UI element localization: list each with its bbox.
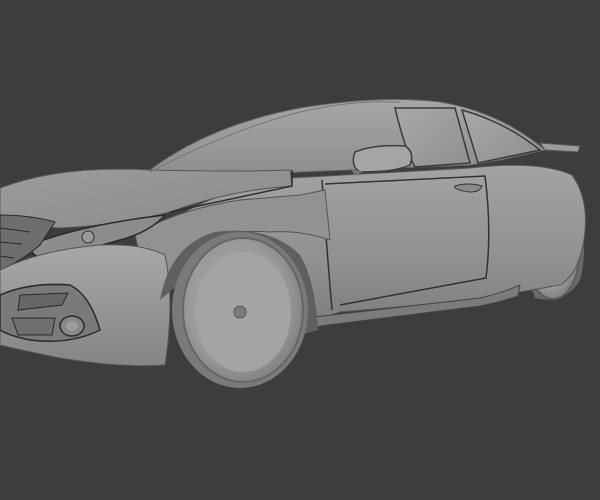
- car-model: [0, 99, 586, 388]
- front-wheel: [172, 232, 308, 388]
- rear-spoiler: [538, 142, 581, 153]
- viewport-3d[interactable]: [0, 0, 600, 500]
